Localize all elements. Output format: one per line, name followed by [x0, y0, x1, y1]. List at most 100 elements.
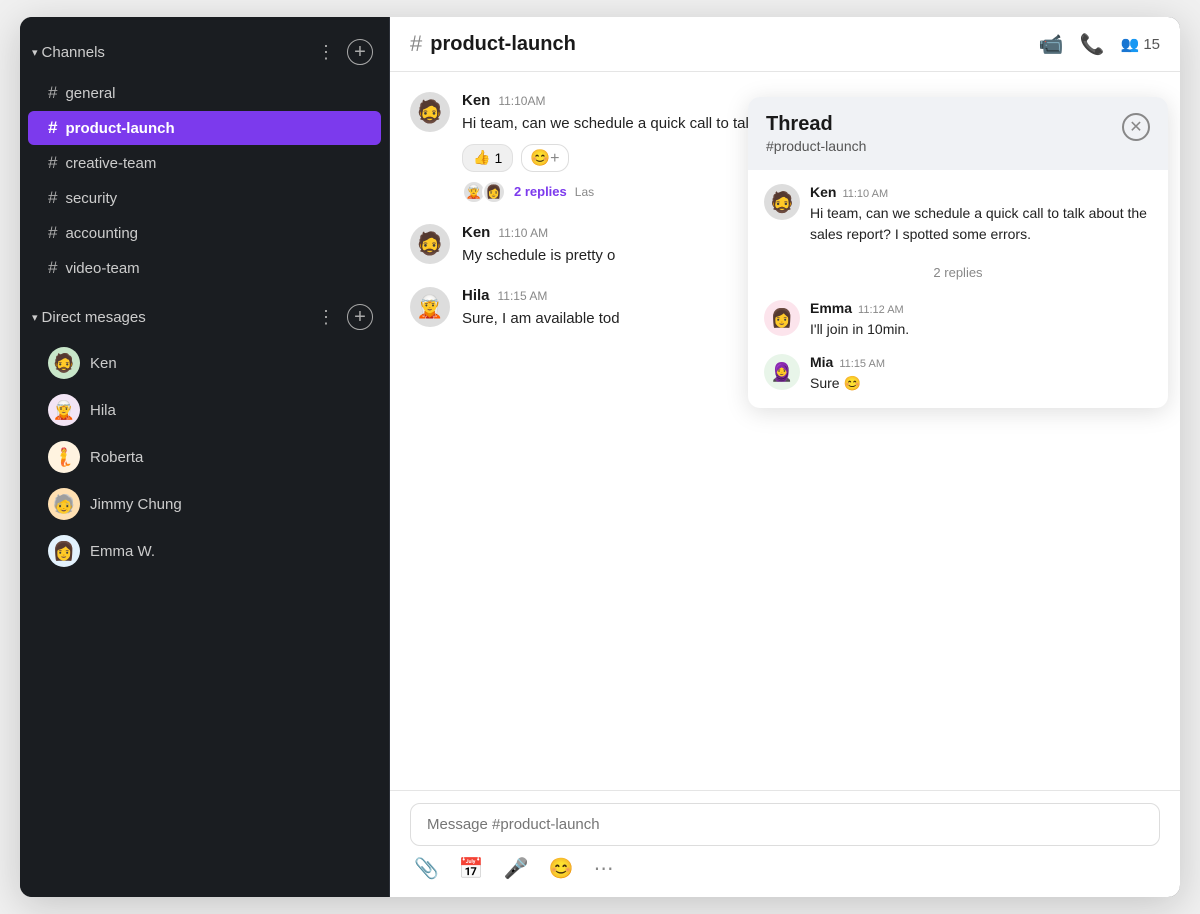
dm-chevron-icon: ▾ — [32, 311, 38, 324]
thread-message-text: Sure 😊 — [810, 373, 885, 394]
dm-label: Direct mesages — [42, 309, 146, 326]
channel-security[interactable]: # security — [28, 181, 381, 215]
members-count: 15 — [1143, 36, 1160, 53]
thread-title: Thread — [766, 113, 866, 136]
thread-close-button[interactable]: ✕ — [1122, 113, 1150, 141]
message-avatar: 🧔 — [410, 224, 450, 264]
channels-more-button[interactable]: ⋮ — [313, 41, 339, 63]
thread-message-body: Mia 11:15 AM Sure 😊 — [810, 354, 885, 394]
channel-header-left: # product-launch — [410, 31, 576, 57]
dm-section-header: ▾ Direct mesages ⋮ + — [20, 298, 389, 336]
thread-message-row: 👩 Emma 11:12 AM I'll join in 10min. — [764, 300, 1152, 340]
dm-roberta-label: Roberta — [90, 449, 143, 466]
thread-avatars: 🧝 👩 — [462, 180, 506, 204]
message-input-box — [410, 803, 1160, 846]
message-time: 11:15 AM — [498, 289, 548, 303]
message-time: 11:10 AM — [498, 226, 548, 240]
add-reaction-button[interactable]: 😊+ — [521, 144, 568, 172]
thread-message-meta: Mia 11:15 AM — [810, 354, 885, 370]
dm-roberta-avatar: 🧜 — [48, 441, 80, 473]
channels-section-header: ▾ Channels ⋮ + — [20, 33, 389, 71]
thread-message-text: Hi team, can we schedule a quick call to… — [810, 203, 1152, 245]
channel-header-hash-icon: # — [410, 31, 422, 57]
thread-divider-text: 2 replies — [933, 265, 982, 280]
channel-hash-icon: # — [48, 153, 57, 173]
voice-call-icon[interactable]: 📞 — [1080, 32, 1105, 57]
message-author: Ken — [462, 92, 490, 109]
thread-message-time: 11:10 AM — [842, 188, 888, 200]
thread-message-text: I'll join in 10min. — [810, 319, 909, 340]
dm-section-title: ▾ Direct mesages — [32, 309, 146, 326]
message-author: Hila — [462, 287, 490, 304]
thread-panel-header: Thread #product-launch ✕ — [748, 97, 1168, 170]
dm-jimmy[interactable]: 🧓 Jimmy Chung — [28, 481, 381, 527]
mic-icon[interactable]: 🎤 — [504, 856, 529, 881]
dm-emma-avatar: 👩 — [48, 535, 80, 567]
message-author: Ken — [462, 224, 490, 241]
thread-message-avatar: 👩 — [764, 300, 800, 336]
thread-avatar-2: 👩 — [482, 180, 506, 204]
thread-message-meta: Emma 11:12 AM — [810, 300, 909, 316]
message-input-area: 📎 📅 🎤 😊 ⋯ — [390, 790, 1180, 897]
thread-panel: Thread #product-launch ✕ 🧔 Ken 11:10 AM … — [748, 97, 1168, 408]
channel-product-launch-label: product-launch — [65, 120, 174, 137]
channels-add-button[interactable]: + — [347, 39, 373, 65]
thread-last-text: Las — [575, 185, 594, 199]
channels-actions: ⋮ + — [313, 39, 373, 65]
thread-message-author: Ken — [810, 184, 836, 200]
channel-creative-team[interactable]: # creative-team — [28, 146, 381, 180]
channel-list: # general # product-launch # creative-te… — [20, 75, 389, 286]
thread-panel-title-area: Thread #product-launch — [766, 113, 866, 154]
dm-add-button[interactable]: + — [347, 304, 373, 330]
dm-hila-label: Hila — [90, 402, 116, 419]
dm-jimmy-avatar: 🧓 — [48, 488, 80, 520]
thread-message-author: Emma — [810, 300, 852, 316]
dm-emma[interactable]: 👩 Emma W. — [28, 528, 381, 574]
channel-hash-icon: # — [48, 118, 57, 138]
dm-ken-avatar: 🧔 — [48, 347, 80, 379]
attachment-icon[interactable]: 📎 — [414, 856, 439, 881]
channel-product-launch[interactable]: # product-launch — [28, 111, 381, 145]
channels-section-title: ▾ Channels — [32, 44, 105, 61]
dm-ken[interactable]: 🧔 Ken — [28, 340, 381, 386]
dm-jimmy-label: Jimmy Chung — [90, 496, 182, 513]
channel-video-team-label: video-team — [65, 260, 139, 277]
channel-hash-icon: # — [48, 83, 57, 103]
thread-message-time: 11:15 AM — [839, 358, 885, 370]
message-avatar: 🧔 — [410, 92, 450, 132]
channel-header-name: product-launch — [430, 33, 576, 56]
video-call-icon[interactable]: 📹 — [1039, 32, 1064, 57]
main-content: # product-launch 📹 📞 👥 15 🧔 Ken — [390, 17, 1180, 897]
channel-accounting-label: accounting — [65, 225, 138, 242]
thread-replies-text[interactable]: 2 replies — [514, 184, 567, 199]
channel-general[interactable]: # general — [28, 76, 381, 110]
input-toolbar: 📎 📅 🎤 😊 ⋯ — [410, 856, 1160, 881]
channels-label: Channels — [42, 44, 105, 61]
reaction-emoji: 👍 — [473, 149, 490, 166]
thumbs-up-reaction[interactable]: 👍 1 — [462, 144, 513, 172]
reaction-count: 1 — [494, 150, 502, 166]
thread-channel-ref: #product-launch — [766, 138, 866, 154]
channel-hash-icon: # — [48, 188, 57, 208]
message-input[interactable] — [427, 816, 1143, 833]
channel-video-team[interactable]: # video-team — [28, 251, 381, 285]
members-button[interactable]: 👥 15 — [1121, 35, 1160, 53]
calendar-icon[interactable]: 📅 — [459, 856, 484, 881]
dm-ken-label: Ken — [90, 355, 117, 372]
dm-roberta[interactable]: 🧜 Roberta — [28, 434, 381, 480]
thread-replies-divider: 2 replies — [764, 259, 1152, 286]
emoji-icon[interactable]: 😊 — [549, 856, 574, 881]
thread-message-author: Mia — [810, 354, 833, 370]
thread-messages: 🧔 Ken 11:10 AM Hi team, can we schedule … — [748, 170, 1168, 408]
thread-message-time: 11:12 AM — [858, 304, 904, 316]
members-icon: 👥 — [1121, 35, 1140, 53]
dm-hila[interactable]: 🧝 Hila — [28, 387, 381, 433]
dm-more-button[interactable]: ⋮ — [313, 306, 339, 328]
more-icon[interactable]: ⋯ — [594, 856, 614, 881]
channel-accounting[interactable]: # accounting — [28, 216, 381, 250]
channels-chevron-icon: ▾ — [32, 46, 38, 59]
channel-header-right: 📹 📞 👥 15 — [1039, 32, 1160, 57]
thread-message-avatar: 🧔 — [764, 184, 800, 220]
message-time: 11:10AM — [498, 94, 545, 108]
channel-header: # product-launch 📹 📞 👥 15 — [390, 17, 1180, 72]
